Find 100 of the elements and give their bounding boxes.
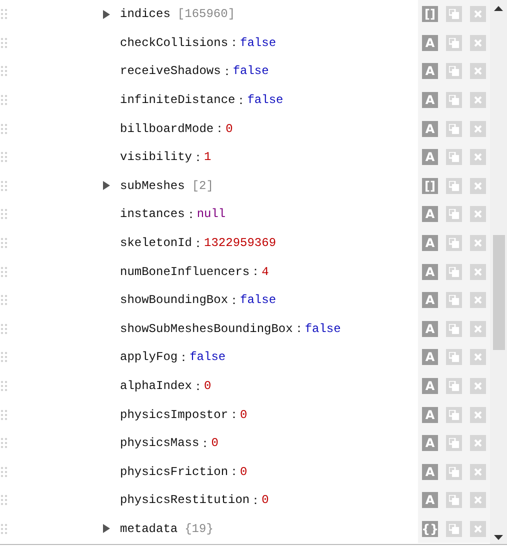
delete-button[interactable]: [470, 6, 486, 22]
drag-handle-icon[interactable]: [1, 238, 9, 248]
drag-handle-icon[interactable]: [1, 524, 9, 534]
type-button[interactable]: A: [422, 464, 438, 480]
drag-handle-icon[interactable]: [1, 438, 9, 448]
drag-handle-icon[interactable]: [1, 381, 9, 392]
type-button[interactable]: A: [422, 63, 438, 80]
scroll-up-icon[interactable]: [494, 6, 503, 11]
type-button[interactable]: A: [422, 149, 438, 166]
type-button[interactable]: A: [422, 378, 438, 394]
expand-arrow-icon[interactable]: [103, 524, 110, 534]
duplicate-button[interactable]: [446, 34, 462, 51]
separator: ：: [228, 35, 240, 52]
duplicate-button[interactable]: [446, 63, 462, 80]
drag-handle-icon[interactable]: [1, 295, 9, 306]
duplicate-button[interactable]: [446, 492, 462, 508]
scroll-thumb[interactable]: [492, 235, 504, 350]
property-key: instances: [120, 207, 185, 222]
drag-handle-icon[interactable]: [1, 352, 9, 362]
delete-button[interactable]: [470, 92, 486, 108]
separator: ：: [220, 64, 233, 80]
type-button[interactable]: A: [422, 320, 438, 337]
property-value: false: [247, 93, 284, 108]
delete-button[interactable]: [470, 178, 486, 194]
copy-icon: [449, 9, 459, 20]
close-icon: [474, 382, 482, 390]
delete-button[interactable]: [470, 378, 486, 394]
close-icon: [474, 524, 482, 533]
property-key: metadata: [120, 522, 178, 536]
property-key: physicsFriction: [120, 464, 228, 479]
delete-button[interactable]: [470, 292, 486, 308]
duplicate-button[interactable]: [446, 120, 462, 137]
duplicate-button[interactable]: [446, 406, 462, 423]
duplicate-button[interactable]: [446, 149, 462, 166]
type-button[interactable]: A: [422, 406, 438, 423]
type-button[interactable]: A: [422, 120, 438, 137]
close-icon: [474, 182, 482, 190]
type-button[interactable]: []: [422, 6, 438, 22]
type-button[interactable]: A: [422, 235, 438, 252]
duplicate-button[interactable]: [446, 235, 462, 252]
scrollbar[interactable]: [490, 0, 507, 544]
delete-button[interactable]: [470, 63, 486, 80]
delete-button[interactable]: [470, 349, 486, 366]
drag-handle-icon[interactable]: [1, 95, 9, 106]
type-button[interactable]: A: [422, 435, 438, 452]
delete-button[interactable]: [470, 520, 486, 537]
duplicate-button[interactable]: [446, 520, 462, 537]
duplicate-button[interactable]: [446, 206, 462, 222]
duplicate-button[interactable]: [446, 320, 462, 337]
delete-button[interactable]: [470, 492, 486, 508]
property-value: false: [232, 64, 269, 78]
duplicate-button[interactable]: [446, 92, 462, 108]
scroll-down-icon[interactable]: [494, 535, 503, 540]
duplicate-button[interactable]: [446, 6, 462, 22]
duplicate-button[interactable]: [446, 435, 462, 452]
duplicate-button[interactable]: [446, 464, 462, 480]
delete-button[interactable]: [470, 264, 486, 280]
copy-icon: [449, 238, 459, 248]
property-key: numBoneInfluencers: [120, 264, 250, 279]
drag-handle-icon[interactable]: [1, 266, 9, 277]
drag-handle-icon[interactable]: [1, 495, 9, 506]
copy-icon: [449, 438, 459, 448]
duplicate-button[interactable]: [446, 178, 462, 194]
type-button[interactable]: []: [422, 178, 438, 194]
delete-button[interactable]: [470, 464, 486, 480]
type-button[interactable]: A: [422, 349, 438, 366]
delete-button[interactable]: [470, 34, 486, 51]
delete-button[interactable]: [470, 435, 486, 452]
drag-handle-icon[interactable]: [1, 324, 9, 334]
duplicate-button[interactable]: [446, 349, 462, 366]
delete-button[interactable]: [470, 320, 486, 337]
drag-handle-icon[interactable]: [1, 180, 9, 191]
duplicate-button[interactable]: [446, 264, 462, 280]
expand-arrow-icon[interactable]: [103, 10, 110, 19]
expand-arrow-icon[interactable]: [103, 181, 110, 190]
type-button[interactable]: A: [422, 492, 438, 508]
copy-icon: [449, 410, 459, 420]
drag-handle-icon[interactable]: [1, 124, 9, 134]
type-button[interactable]: A: [422, 206, 438, 222]
type-button[interactable]: A: [422, 292, 438, 308]
drag-handle-icon[interactable]: [1, 410, 9, 420]
delete-button[interactable]: [470, 206, 486, 222]
drag-handle-icon[interactable]: [1, 66, 9, 76]
duplicate-button[interactable]: [446, 378, 462, 394]
type-button[interactable]: A: [422, 34, 438, 51]
duplicate-button[interactable]: [446, 292, 462, 308]
drag-handle-icon[interactable]: [1, 9, 9, 20]
drag-handle-icon[interactable]: [1, 209, 9, 220]
type-button[interactable]: {}: [422, 520, 438, 537]
delete-button[interactable]: [470, 235, 486, 252]
delete-button[interactable]: [470, 149, 486, 166]
drag-handle-icon[interactable]: [1, 152, 9, 162]
drag-handle-icon[interactable]: [1, 38, 9, 48]
separator: ：: [192, 236, 204, 252]
type-button[interactable]: A: [422, 92, 438, 108]
delete-button[interactable]: [470, 120, 486, 137]
drag-handle-icon[interactable]: [1, 466, 9, 477]
delete-button[interactable]: [470, 406, 486, 423]
type-button[interactable]: A: [422, 264, 438, 280]
property-value: 0: [262, 493, 269, 508]
